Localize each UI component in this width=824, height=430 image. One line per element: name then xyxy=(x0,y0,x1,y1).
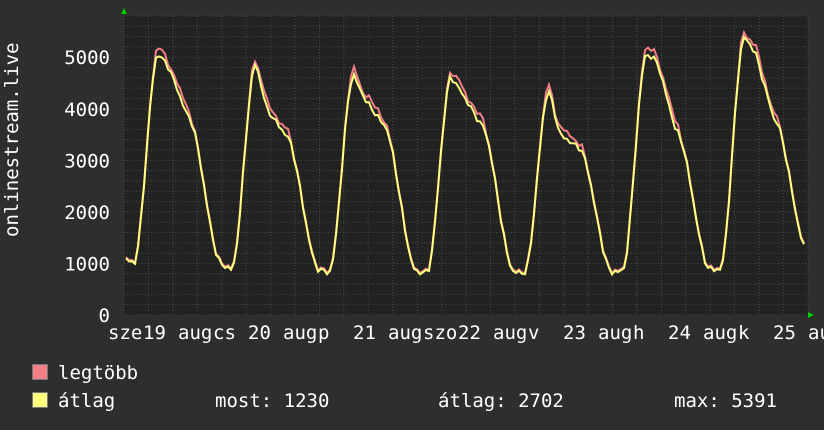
legend-item-avg: átlag xyxy=(32,390,115,412)
x-tick-label: aug xyxy=(178,322,212,344)
stat-max: max: 5391 xyxy=(674,390,777,412)
y-axis-label: onlinestream.live xyxy=(1,42,23,237)
plot-background xyxy=(124,16,808,315)
stat-avg: átlag: 2702 xyxy=(438,390,564,412)
stat-now-label: most: xyxy=(215,390,273,412)
x-tick-label: aug xyxy=(388,322,422,344)
x-tick-label: aug xyxy=(598,322,632,344)
x-tick-label: aug xyxy=(493,322,527,344)
y-tick-label: 5000 xyxy=(64,47,110,69)
x-tick-label: aug xyxy=(808,322,824,344)
stat-avg-label: átlag: xyxy=(438,390,507,412)
x-tick-label: sze xyxy=(108,322,142,344)
y-tick-label: 1000 xyxy=(64,253,110,275)
y-axis-ticks: 010002000300040005000 xyxy=(64,47,110,327)
x-tick-label: h xyxy=(633,322,644,344)
x-tick-label: 21 xyxy=(353,322,376,344)
legend-swatch-max xyxy=(32,364,48,380)
x-tick-label: 23 xyxy=(563,322,586,344)
y-tick-label: 4000 xyxy=(64,99,110,121)
legend-label-max: legtöbb xyxy=(58,362,139,384)
x-tick-label: v xyxy=(528,322,539,344)
x-tick-label: 25 xyxy=(773,322,796,344)
x-tick-label: aug xyxy=(703,322,737,344)
stat-max-label: max: xyxy=(674,390,720,412)
x-tick-label: p xyxy=(318,322,329,344)
x-tick-label: 24 xyxy=(668,322,691,344)
stat-max-value: 5391 xyxy=(731,390,777,412)
x-tick-label: 22 xyxy=(458,322,481,344)
y-axis-arrow xyxy=(121,8,127,14)
legend-swatch-avg xyxy=(32,392,48,408)
x-tick-label: aug xyxy=(283,322,317,344)
x-tick-label: k xyxy=(738,322,750,344)
stat-now: most: 1230 xyxy=(215,390,329,412)
x-tick-label: 20 xyxy=(248,322,271,344)
stat-avg-value: 2702 xyxy=(518,390,564,412)
x-tick-label: cs xyxy=(213,322,236,344)
legend-item-max: legtöbb xyxy=(32,362,138,384)
x-axis-ticks: sze 19 aug cs 20 aug p 21 aug szo 22 aug v 23 aug h 24 au… xyxy=(108,322,824,344)
stat-now-value: 1230 xyxy=(283,390,330,412)
y-tick-label: 3000 xyxy=(64,150,110,172)
y-tick-label: 2000 xyxy=(64,202,110,224)
legend-label-avg: átlag xyxy=(58,390,116,412)
x-axis-arrow xyxy=(808,312,814,318)
x-tick-label: szo xyxy=(423,322,457,344)
x-tick-label: 19 xyxy=(143,322,166,344)
